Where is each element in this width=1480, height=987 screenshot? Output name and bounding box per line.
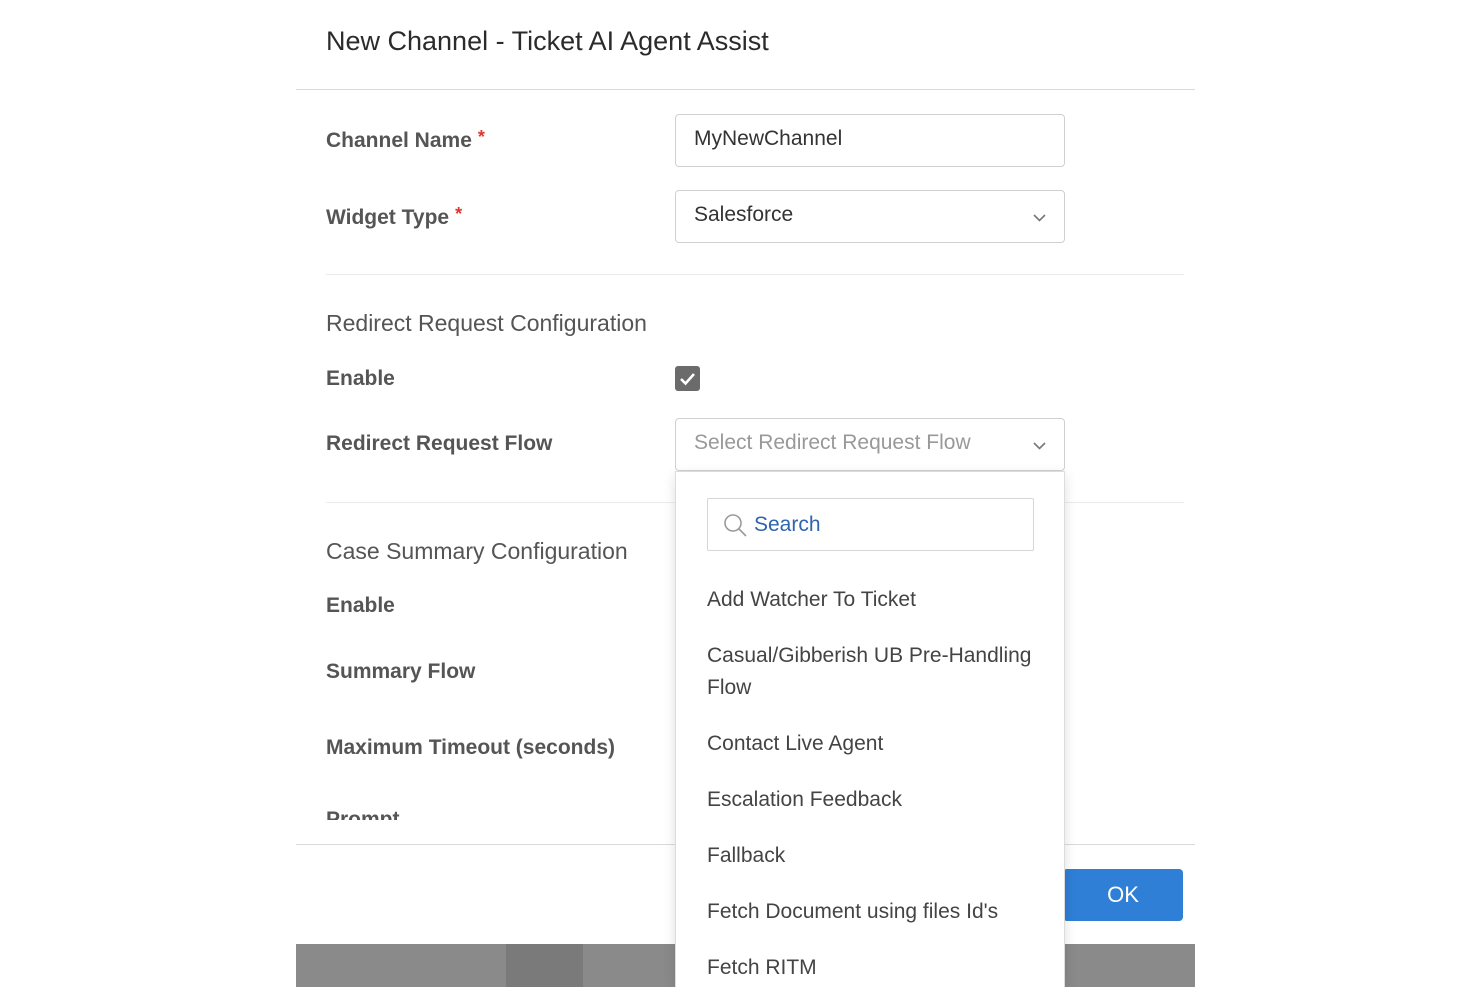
widget-type-value: Salesforce (694, 203, 794, 226)
widget-type-label: Widget Type * (326, 204, 462, 230)
bottom-bar-tab (506, 944, 583, 987)
search-icon (724, 514, 747, 537)
dropdown-options-list: Add Watcher To Ticket Casual/Gibberish U… (707, 584, 1037, 987)
ok-button[interactable]: OK (1063, 869, 1183, 921)
dropdown-option[interactable]: Add Watcher To Ticket (707, 584, 1037, 616)
channel-name-label: Channel Name * (326, 127, 485, 153)
summary-section-title: Case Summary Configuration (326, 538, 628, 564)
header-divider (296, 89, 1195, 90)
summary-enable-label: Enable (326, 594, 395, 617)
prompt-label-clipped: Prompt (326, 808, 400, 820)
redirect-flow-label: Redirect Request Flow (326, 432, 553, 455)
channel-name-label-text: Channel Name (326, 129, 472, 152)
redirect-flow-dropdown: Add Watcher To Ticket Casual/Gibberish U… (675, 471, 1065, 987)
required-marker: * (477, 127, 485, 147)
channel-name-input[interactable]: MyNewChannel (675, 114, 1065, 167)
dropdown-option[interactable]: Casual/Gibberish UB Pre-Handling Flow (707, 640, 1037, 704)
required-marker: * (455, 204, 463, 224)
chevron-down-icon (1033, 442, 1046, 450)
prompt-label: Prompt (326, 808, 400, 820)
check-icon (680, 373, 695, 386)
chevron-down-icon (1033, 214, 1046, 222)
dropdown-option[interactable]: Fetch Document using files Id's (707, 896, 1037, 928)
dropdown-search-input[interactable] (754, 499, 1024, 550)
section-divider (326, 274, 1184, 275)
redirect-flow-placeholder: Select Redirect Request Flow (694, 431, 971, 454)
dropdown-option[interactable]: Contact Live Agent (707, 728, 1037, 760)
redirect-enable-label: Enable (326, 367, 395, 390)
modal-title: New Channel - Ticket AI Agent Assist (326, 26, 769, 56)
dropdown-option[interactable]: Escalation Feedback (707, 784, 1037, 816)
dropdown-search-box[interactable] (707, 498, 1034, 551)
dropdown-option[interactable]: Fetch RITM (707, 952, 1037, 984)
timeout-label: Maximum Timeout (seconds) (326, 736, 615, 759)
redirect-enable-checkbox[interactable] (675, 366, 700, 391)
dropdown-option[interactable]: Fallback (707, 840, 1037, 872)
widget-type-label-text: Widget Type (326, 206, 450, 229)
summary-flow-label: Summary Flow (326, 660, 476, 683)
redirect-flow-select[interactable]: Select Redirect Request Flow (675, 418, 1065, 471)
widget-type-select[interactable]: Salesforce (675, 190, 1065, 243)
redirect-section-title: Redirect Request Configuration (326, 310, 647, 336)
